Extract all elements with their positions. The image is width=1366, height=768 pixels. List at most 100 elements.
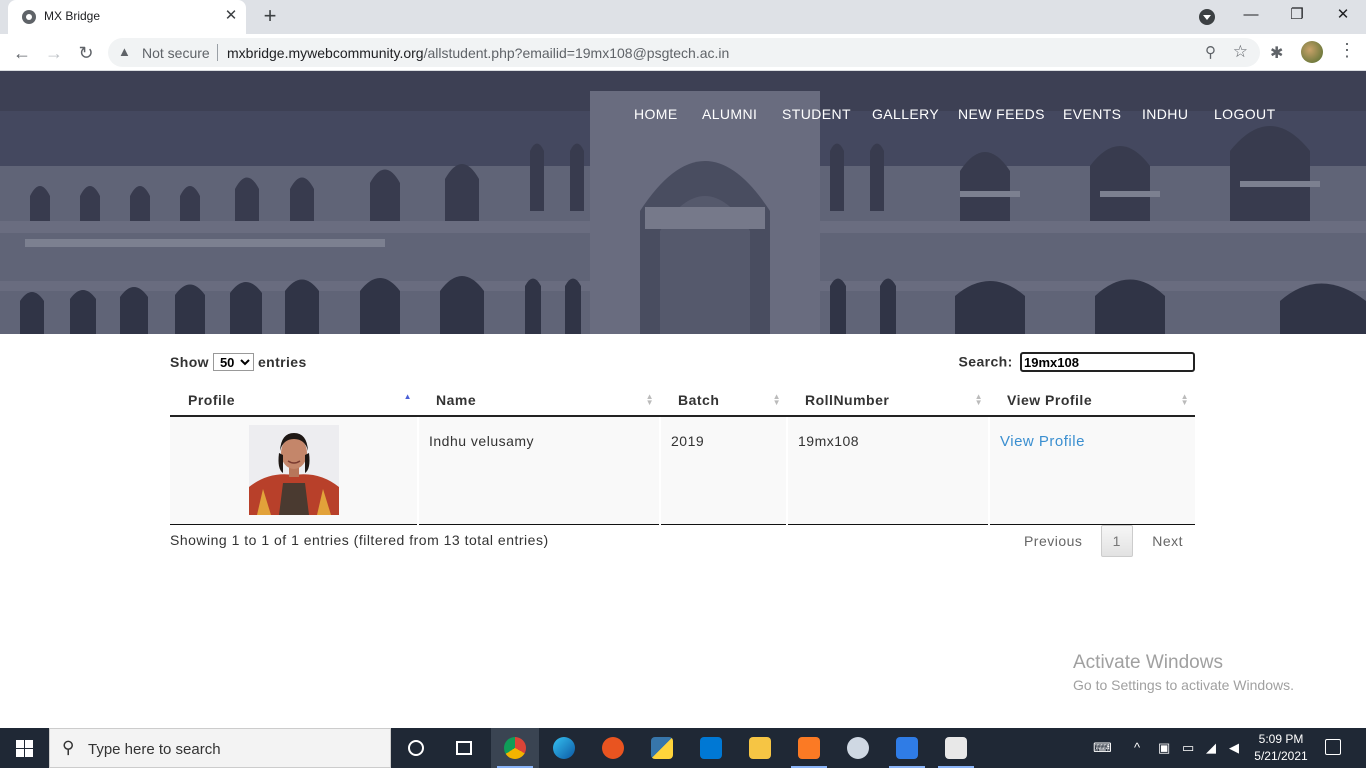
header-label: Name: [436, 391, 477, 408]
column-header-view-profile[interactable]: View Profile ▲ ▼: [989, 384, 1195, 417]
sort-icon: ▲ ▼: [772, 392, 781, 407]
url-path: /allstudent.php?emailid=19mx108@psgtech.…: [423, 45, 730, 61]
settings-taskbar-icon[interactable]: [834, 728, 882, 768]
student-table: Profile ▲ Name ▲ ▼ Batch ▲ ▼ RollNumber ▲ ▼ Vie…: [170, 384, 1195, 525]
clock-time: 5:09 PM: [1258, 732, 1304, 746]
batch-cell: 2019: [659, 416, 787, 525]
python-taskbar-icon[interactable]: [638, 728, 686, 768]
edge-taskbar-icon[interactable]: [540, 728, 588, 768]
page-length-control: Show 50 entries: [170, 353, 307, 371]
sort-icon: ▲ ▼: [645, 392, 654, 407]
table-header-row: Profile ▲ Name ▲ ▼ Batch ▲ ▼ RollNumber ▲ ▼ Vie…: [170, 384, 1195, 417]
volume-icon[interactable]: ◀: [1229, 728, 1239, 768]
next-button[interactable]: Next: [1152, 533, 1183, 549]
show-label: Show: [170, 354, 209, 370]
column-header-batch[interactable]: Batch ▲ ▼: [660, 384, 787, 417]
header-label: Batch: [678, 391, 720, 408]
search-label: Search:: [958, 353, 1013, 370]
globe-icon: [22, 10, 36, 24]
table-row: Indhu velusamy 2019 19mx108 View Profile: [170, 416, 1195, 525]
clock-date: 5/21/2021: [1254, 749, 1308, 763]
meet-now-icon[interactable]: ▣: [1158, 728, 1170, 768]
nav-logout[interactable]: LOGOUT: [1214, 106, 1276, 126]
header-label: Profile: [188, 391, 236, 408]
extensions-icon[interactable]: ✱: [1270, 43, 1283, 63]
start-button[interactable]: [0, 728, 48, 768]
sort-ascending-icon: ▲: [403, 392, 412, 401]
profile-cell: [170, 416, 418, 525]
browser-toolbar: ← → ↻ ▲ Not secure mxbridge.mywebcommuni…: [0, 34, 1366, 71]
search-input[interactable]: [1020, 352, 1195, 372]
new-tab-button[interactable]: +: [258, 5, 282, 29]
browser-tab[interactable]: MX Bridge ✕: [8, 0, 246, 34]
view-profile-cell: View Profile: [988, 416, 1195, 525]
warning-icon: ▲: [118, 44, 131, 59]
wps-writer-taskbar-icon[interactable]: [883, 728, 931, 768]
url-host: mxbridge.mywebcommunity.org: [227, 45, 424, 61]
chrome-taskbar-icon[interactable]: [491, 728, 539, 768]
cortana-icon[interactable]: [392, 728, 440, 768]
sort-icon: ▲ ▼: [974, 392, 983, 407]
watermark-title: Activate Windows: [1073, 652, 1223, 673]
profile-photo: [248, 425, 339, 515]
minimize-button[interactable]: —: [1228, 0, 1274, 30]
nav-gallery[interactable]: GALLERY: [872, 106, 939, 126]
reload-icon[interactable]: ↻: [73, 40, 99, 66]
taskbar-search-box[interactable]: ⚲ Type here to search: [49, 728, 391, 768]
taskbar-search-placeholder: Type here to search: [88, 741, 221, 758]
pagination: Previous 1 Next: [1024, 525, 1195, 557]
hero-banner: HOME ALUMNI STUDENT GALLERY NEW FEEDS EV…: [0, 71, 1366, 334]
system-clock[interactable]: 5:09 PM 5/21/2021: [1253, 731, 1309, 765]
search-icon: ⚲: [62, 738, 75, 757]
tab-search-icon[interactable]: [1199, 9, 1215, 25]
sort-icon: ▲ ▼: [1180, 392, 1189, 407]
vscode-taskbar-icon[interactable]: [687, 728, 735, 768]
column-header-name[interactable]: Name ▲ ▼: [418, 384, 660, 417]
tab-title: MX Bridge: [44, 9, 101, 23]
ubuntu-taskbar-icon[interactable]: [589, 728, 637, 768]
nav-indhu[interactable]: INDHU: [1142, 106, 1188, 126]
notifications-icon[interactable]: [1325, 739, 1341, 755]
page-length-select[interactable]: 50: [212, 353, 254, 371]
close-tab-icon[interactable]: ✕: [222, 7, 240, 25]
activate-windows-watermark: Activate Windows Go to Settings to activ…: [1073, 652, 1294, 693]
xampp-taskbar-icon[interactable]: [785, 728, 833, 768]
column-header-rollnumber[interactable]: RollNumber ▲ ▼: [787, 384, 989, 417]
back-icon[interactable]: ←: [9, 40, 35, 66]
keyboard-icon[interactable]: ⌨: [1093, 728, 1112, 768]
not-secure-label: Not secure: [142, 45, 210, 61]
nav-home[interactable]: HOME: [634, 106, 678, 126]
nav-events[interactable]: EVENTS: [1063, 106, 1121, 126]
file-explorer-taskbar-icon[interactable]: [736, 728, 784, 768]
column-header-profile[interactable]: Profile ▲: [170, 384, 418, 417]
zoom-icon[interactable]: ⚲: [1205, 43, 1216, 61]
calculator-taskbar-icon[interactable]: [932, 728, 980, 768]
address-bar[interactable]: ▲ Not secure mxbridge.mywebcommunity.org…: [108, 38, 1260, 67]
nav-student[interactable]: STUDENT: [782, 106, 851, 126]
name-cell: Indhu velusamy: [417, 416, 660, 525]
nav-new-feeds[interactable]: NEW FEEDS: [958, 106, 1045, 126]
more-menu-icon[interactable]: ⋮: [1338, 40, 1356, 61]
entries-label: entries: [257, 354, 307, 370]
table-search-control: Search:: [959, 352, 1195, 372]
forward-icon[interactable]: →: [41, 40, 67, 66]
watermark-subtitle: Go to Settings to activate Windows.: [1073, 677, 1294, 693]
network-icon[interactable]: ◢: [1206, 728, 1216, 768]
previous-button[interactable]: Previous: [1024, 533, 1082, 549]
close-window-button[interactable]: ✕: [1320, 0, 1366, 30]
divider: [217, 44, 218, 61]
nav-alumni[interactable]: ALUMNI: [702, 106, 757, 126]
task-view-icon[interactable]: [440, 728, 488, 768]
view-profile-link[interactable]: View Profile: [1000, 433, 1085, 450]
battery-icon[interactable]: ▭: [1182, 728, 1194, 768]
windows-taskbar: ⚲ Type here to search ⌨ ^ ▣ ▭ ◢ ◀ 5:09 P…: [0, 728, 1366, 768]
windows-logo-icon: [16, 740, 33, 757]
table-info: Showing 1 to 1 of 1 entries (filtered fr…: [170, 532, 549, 548]
show-hidden-icons-icon[interactable]: ^: [1134, 728, 1140, 768]
header-label: View Profile: [1007, 391, 1093, 408]
page-1-button[interactable]: 1: [1100, 525, 1133, 557]
header-label: RollNumber: [805, 391, 890, 408]
bookmark-star-icon[interactable]: ☆: [1233, 42, 1248, 62]
restore-button[interactable]: ❐: [1274, 0, 1320, 30]
profile-avatar[interactable]: [1301, 41, 1323, 63]
